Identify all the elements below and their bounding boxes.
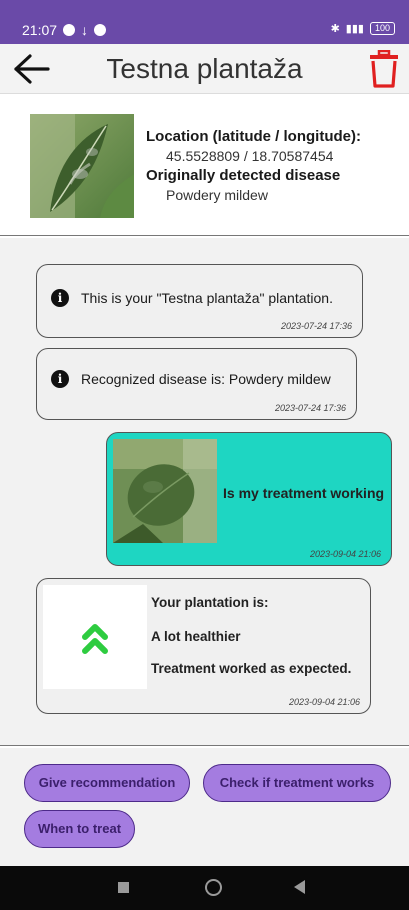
result-detail: Treatment worked as expected. (151, 661, 352, 676)
message-time: 2023-09-04 21:06 (309, 549, 381, 559)
message-time: 2023-07-24 17:36 (280, 321, 352, 331)
message-feed[interactable]: i This is your "Testna plantaža" plantat… (0, 238, 409, 746)
disease-label: Originally detected disease (146, 167, 341, 184)
location-value: 45.5528809 / 18.70587454 (166, 148, 334, 164)
message-time: 2023-09-04 21:06 (288, 697, 360, 707)
signal-icon: ▮▮▮ (345, 23, 364, 35)
treatment-result-message: Your plantation is: A lot healthier Trea… (36, 578, 371, 714)
status-bar: 21:07 ↓ ✱ ▮▮▮ 100 (0, 0, 409, 44)
message-text: Is my treatment working (223, 485, 385, 501)
message-text: Recognized disease is: Powdery mildew (81, 371, 331, 387)
trash-icon (370, 49, 398, 88)
user-message: Is my treatment working 2023-09-04 21:06 (106, 432, 392, 566)
double-chevron-up-icon (82, 624, 108, 654)
result-icon-panel (43, 585, 147, 689)
status-time: 21:07 (22, 22, 58, 38)
home-button[interactable] (205, 879, 222, 896)
battery-icon: 100 (369, 22, 395, 35)
notification-icon (63, 24, 76, 36)
system-message: i Recognized disease is: Powdery mildew … (36, 348, 357, 420)
plantation-header: Location (latitude / longitude): 45.5528… (0, 94, 409, 236)
plantation-info: Location (latitude / longitude): 45.5528… (146, 128, 361, 206)
action-bar: Give recommendation Check if treatment w… (0, 748, 409, 866)
location-label: Location (latitude / longitude): (146, 128, 361, 145)
result-heading: Your plantation is: (151, 595, 269, 610)
message-text: This is your "Testna plantaža" plantatio… (81, 290, 333, 306)
disease-value: Powdery mildew (166, 187, 268, 203)
info-icon: i (51, 289, 69, 307)
back-nav-button[interactable] (294, 880, 305, 894)
leaf-photo (113, 439, 217, 543)
notification-icon (94, 24, 107, 36)
arrow-left-icon (14, 54, 50, 84)
plantation-photo (30, 114, 134, 218)
system-nav-bar (0, 866, 409, 910)
result-status: A lot healthier (151, 629, 241, 644)
download-icon: ↓ (81, 22, 89, 38)
back-button[interactable] (12, 52, 52, 86)
give-recommendation-button[interactable]: Give recommendation (24, 764, 190, 802)
info-icon: i (51, 370, 69, 388)
app-bar: Testna plantaža (0, 44, 409, 94)
delete-button[interactable] (369, 49, 399, 88)
system-message: i This is your "Testna plantaža" plantat… (36, 264, 363, 338)
recents-button[interactable] (118, 882, 129, 893)
bluetooth-icon: ✱ (330, 23, 340, 35)
check-treatment-button[interactable]: Check if treatment works (203, 764, 391, 802)
page-title: Testna plantaža (106, 53, 303, 84)
message-time: 2023-07-24 17:36 (274, 403, 346, 413)
when-to-treat-button[interactable]: When to treat (24, 810, 135, 848)
